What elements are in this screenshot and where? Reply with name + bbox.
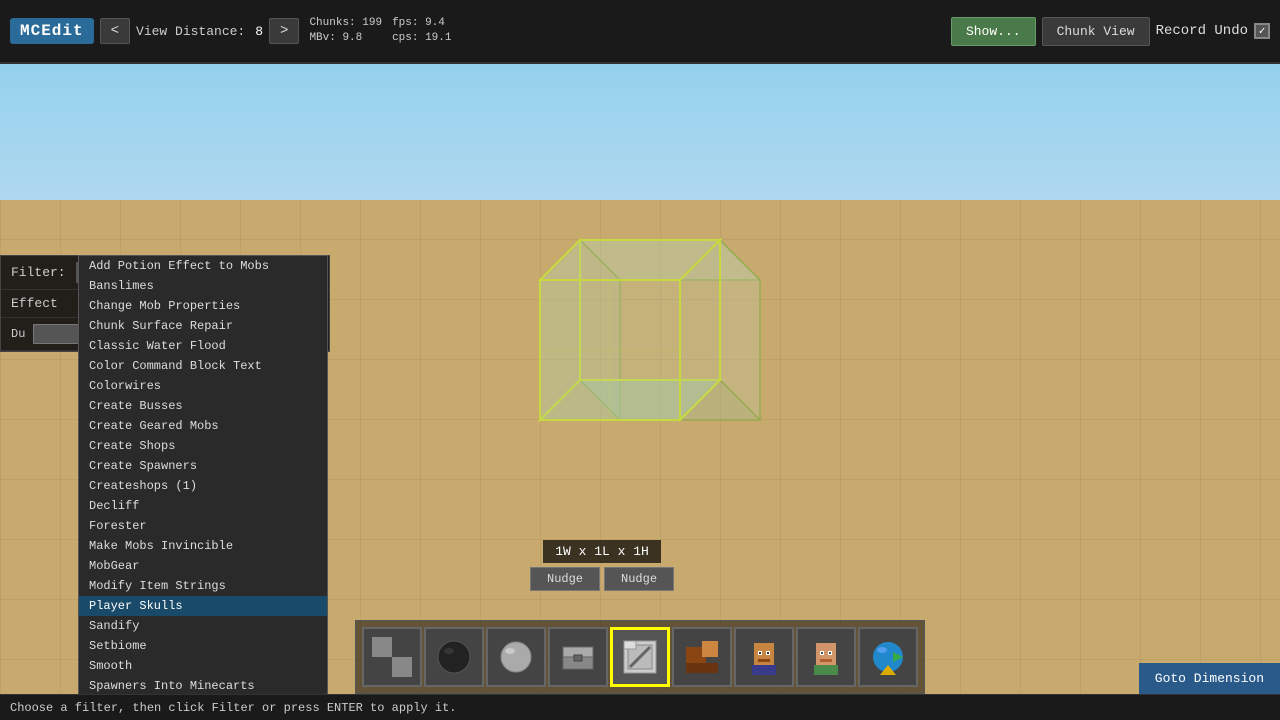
brand-label: MCEdit [10,18,94,44]
dropdown-item-player-skulls[interactable]: Player Skulls [79,596,327,616]
hotbar-slot-8[interactable] [796,627,856,687]
dropdown-item-spawners-into[interactable]: Spawners Into Minecarts [79,676,327,696]
hotbar-slot-6[interactable] [672,627,732,687]
hotbar-slot-2[interactable] [424,627,484,687]
hotbar-slot-9[interactable] [858,627,918,687]
size-tooltip: 1W x 1L x 1H Nudge Nudge [530,540,674,591]
filter-label: Filter: [11,265,66,280]
dropdown-item-classic-water[interactable]: Classic Water Flood [79,336,327,356]
dupe-input[interactable] [33,324,83,344]
goto-dimension-button[interactable]: Goto Dimension [1139,663,1280,694]
dropdown-item-chunk-surface[interactable]: Chunk Surface Repair [79,316,327,336]
dropdown-item-make-mobs[interactable]: Make Mobs Invincible [79,536,327,556]
status-text: Choose a filter, then click Filter or pr… [10,701,456,715]
record-undo-container: Record Undo ✓ [1156,23,1270,39]
dropdown-item-create-spawners[interactable]: Create Spawners [79,456,327,476]
dropdown-item-banslimes[interactable]: Banslimes [79,276,327,296]
dropdown-item-create-geared[interactable]: Create Geared Mobs [79,416,327,436]
filter-dropdown: Add Potion Effect to MobsBanslimesChange… [78,255,328,720]
hotbar-slot-7[interactable] [734,627,794,687]
cps-stat: cps: 19.1 [392,31,451,46]
hotbar-slot-1[interactable] [362,627,422,687]
toolbar: MCEdit < View Distance: 8 > Chunks: 199 … [0,0,1280,64]
hotbar-slot-4[interactable] [548,627,608,687]
dropdown-item-create-busses[interactable]: Create Busses [79,396,327,416]
nav-forward-button[interactable]: > [269,18,299,44]
nudge-button-1[interactable]: Nudge [530,567,600,591]
stats-block: Chunks: 199 MBv: 9.8 [309,16,382,47]
record-undo-label: Record Undo [1156,23,1248,39]
size-label: 1W x 1L x 1H [543,540,661,563]
chunk-view-button[interactable]: Chunk View [1042,17,1150,46]
hotbar-slot-5[interactable] [610,627,670,687]
record-undo-checkbox[interactable]: ✓ [1254,23,1270,39]
nav-back-button[interactable]: < [100,18,130,44]
mbv-stat: MBv: 9.8 [309,31,382,46]
dropdown-item-smooth[interactable]: Smooth [79,656,327,676]
hotbar [355,620,925,694]
dropdown-item-mobgear[interactable]: MobGear [79,556,327,576]
dropdown-item-sandify[interactable]: Sandify [79,616,327,636]
show-button[interactable]: Show... [951,17,1036,46]
effect-label: Effect [11,296,71,311]
nudge-buttons: Nudge Nudge [530,567,674,591]
nudge-button-2[interactable]: Nudge [604,567,674,591]
dropdown-item-add-potion[interactable]: Add Potion Effect to Mobs [79,256,327,276]
dropdown-item-colorwires[interactable]: Colorwires [79,376,327,396]
fps-stat: fps: 9.4 [392,16,451,31]
dupe-label: Du [11,327,25,341]
dropdown-item-color-command[interactable]: Color Command Block Text [79,356,327,376]
fps-stats-block: fps: 9.4 cps: 19.1 [392,16,451,47]
dropdown-item-createshops-1[interactable]: Createshops (1) [79,476,327,496]
hotbar-slot-3[interactable] [486,627,546,687]
dropdown-item-decliff[interactable]: Decliff [79,496,327,516]
glass-cube [480,180,840,500]
status-bar: Choose a filter, then click Filter or pr… [0,694,1280,720]
view-distance-value: 8 [255,24,263,39]
dropdown-item-create-shops[interactable]: Create Shops [79,436,327,456]
dropdown-item-change-mob[interactable]: Change Mob Properties [79,296,327,316]
dropdown-item-forester[interactable]: Forester [79,516,327,536]
view-distance-label: View Distance: [136,24,245,39]
dropdown-item-setbiome[interactable]: Setbiome [79,636,327,656]
dropdown-item-modify-item[interactable]: Modify Item Strings [79,576,327,596]
chunks-stat: Chunks: 199 [309,16,382,31]
